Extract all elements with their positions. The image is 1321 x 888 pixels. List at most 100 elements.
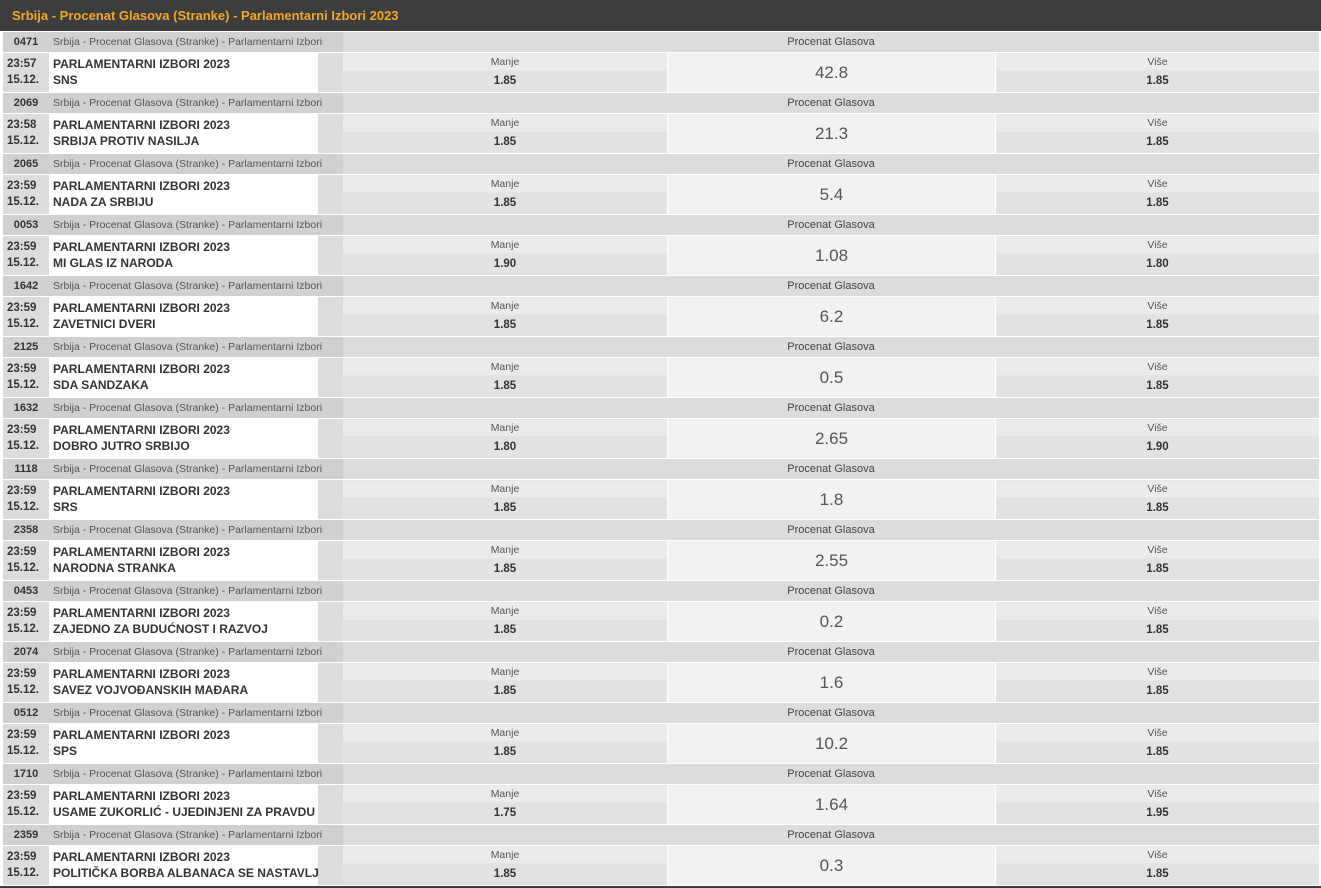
match-gap xyxy=(318,114,343,153)
match-league[interactable]: Srbija - Procenat Glasova (Stranke) - Pa… xyxy=(53,32,323,52)
odd-over-button[interactable]: Više 1.85 xyxy=(996,114,1319,153)
match-names[interactable]: PARLAMENTARNI IZBORI 2023 ZAVETNICI DVER… xyxy=(53,297,318,336)
match-league[interactable]: Srbija - Procenat Glasova (Stranke) - Pa… xyxy=(53,764,323,784)
match-league[interactable]: Srbija - Procenat Glasova (Stranke) - Pa… xyxy=(53,398,323,418)
odd-over-button[interactable]: Više 1.85 xyxy=(996,175,1319,214)
match-code: 0453 xyxy=(13,585,39,597)
match-time: 23:59 xyxy=(7,424,37,436)
match-code: 2074 xyxy=(13,646,39,658)
match-names[interactable]: PARLAMENTARNI IZBORI 2023 POLITIČKA BORB… xyxy=(53,846,318,885)
match-league[interactable]: Srbija - Procenat Glasova (Stranke) - Pa… xyxy=(53,520,323,540)
odd-under-button[interactable]: Manje 1.85 xyxy=(343,541,667,580)
odd-over-value: 1.85 xyxy=(996,376,1319,397)
match-datetime: 23:59 15.12. xyxy=(3,724,49,763)
odd-over-label: Više xyxy=(996,359,1319,375)
match-body: 23:59 15.12. PARLAMENTARNI IZBORI 2023 D… xyxy=(3,419,1319,458)
match-league[interactable]: Srbija - Procenat Glasova (Stranke) - Pa… xyxy=(53,642,323,662)
match-league[interactable]: Srbija - Procenat Glasova (Stranke) - Pa… xyxy=(53,581,323,601)
match-names[interactable]: PARLAMENTARNI IZBORI 2023 SRS xyxy=(53,480,318,519)
line-value: 1.64 xyxy=(668,785,995,824)
match-names[interactable]: PARLAMENTARNI IZBORI 2023 SPS xyxy=(53,724,318,763)
odd-over-button[interactable]: Više 1.85 xyxy=(996,297,1319,336)
odd-over-button[interactable]: Više 1.85 xyxy=(996,724,1319,763)
odd-over-button[interactable]: Više 1.85 xyxy=(996,358,1319,397)
match-body: 23:59 15.12. PARLAMENTARNI IZBORI 2023 S… xyxy=(3,358,1319,397)
odd-over-button[interactable]: Više 1.85 xyxy=(996,602,1319,641)
match-datetime: 23:59 15.12. xyxy=(3,419,49,458)
match-league[interactable]: Srbija - Procenat Glasova (Stranke) - Pa… xyxy=(53,276,323,296)
odd-over-button[interactable]: Više 1.90 xyxy=(996,419,1319,458)
match-header: 0471 Srbija - Procenat Glasova (Stranke)… xyxy=(3,32,1319,52)
match-header: 0453 Srbija - Procenat Glasova (Stranke)… xyxy=(3,581,1319,601)
event-name: PARLAMENTARNI IZBORI 2023 xyxy=(53,179,230,193)
match-date: 15.12. xyxy=(7,623,39,635)
line-value: 2.65 xyxy=(668,419,995,458)
match-league[interactable]: Srbija - Procenat Glasova (Stranke) - Pa… xyxy=(53,459,323,479)
match-names[interactable]: PARLAMENTARNI IZBORI 2023 SRBIJA PROTIV … xyxy=(53,114,318,153)
odd-under-button[interactable]: Manje 1.85 xyxy=(343,663,667,702)
match-names[interactable]: PARLAMENTARNI IZBORI 2023 MI GLAS IZ NAR… xyxy=(53,236,318,275)
match-names[interactable]: PARLAMENTARNI IZBORI 2023 ZAJEDNO ZA BUD… xyxy=(53,602,318,641)
party-name: SAVEZ VOJVOĐANSKIH MAĐARA xyxy=(53,683,249,697)
odd-under-button[interactable]: Manje 1.85 xyxy=(343,846,667,885)
odd-over-button[interactable]: Više 1.85 xyxy=(996,846,1319,885)
odd-over-button[interactable]: Više 1.85 xyxy=(996,541,1319,580)
odd-under-button[interactable]: Manje 1.80 xyxy=(343,419,667,458)
event-name: PARLAMENTARNI IZBORI 2023 xyxy=(53,240,230,254)
market-name: Procenat Glasova xyxy=(787,280,875,292)
odd-under-button[interactable]: Manje 1.75 xyxy=(343,785,667,824)
odd-under-button[interactable]: Manje 1.85 xyxy=(343,297,667,336)
odd-under-value: 1.75 xyxy=(343,803,667,824)
match-gap xyxy=(318,602,343,641)
odd-over-button[interactable]: Više 1.85 xyxy=(996,53,1319,92)
odd-under-label: Manje xyxy=(343,54,667,70)
odd-under-button[interactable]: Manje 1.85 xyxy=(343,175,667,214)
match-code: 1118 xyxy=(14,463,38,475)
line-value: 0.2 xyxy=(668,602,995,641)
party-name: NADA ZA SRBIJU xyxy=(53,195,154,209)
odd-under-label: Manje xyxy=(343,237,667,253)
odd-over-button[interactable]: Više 1.95 xyxy=(996,785,1319,824)
odd-over-label: Više xyxy=(996,298,1319,314)
match-time: 23:59 xyxy=(7,851,37,863)
match-body: 23:59 15.12. PARLAMENTARNI IZBORI 2023 Z… xyxy=(3,602,1319,641)
market-name: Procenat Glasova xyxy=(787,402,875,414)
match-league[interactable]: Srbija - Procenat Glasova (Stranke) - Pa… xyxy=(53,93,323,113)
match-names[interactable]: PARLAMENTARNI IZBORI 2023 USAME ZUKORLIĆ… xyxy=(53,785,318,824)
odd-under-button[interactable]: Manje 1.85 xyxy=(343,602,667,641)
odd-under-button[interactable]: Manje 1.85 xyxy=(343,53,667,92)
party-name: SRS xyxy=(53,500,78,514)
match-league[interactable]: Srbija - Procenat Glasova (Stranke) - Pa… xyxy=(53,825,323,845)
odd-under-button[interactable]: Manje 1.85 xyxy=(343,724,667,763)
odd-under-button[interactable]: Manje 1.85 xyxy=(343,358,667,397)
match-date: 15.12. xyxy=(7,257,39,269)
match-names[interactable]: PARLAMENTARNI IZBORI 2023 SDA SANDZAKA xyxy=(53,358,318,397)
odd-over-label: Više xyxy=(996,481,1319,497)
match-names[interactable]: PARLAMENTARNI IZBORI 2023 NADA ZA SRBIJU xyxy=(53,175,318,214)
odd-over-value: 1.85 xyxy=(996,742,1319,763)
match-names[interactable]: PARLAMENTARNI IZBORI 2023 SAVEZ VOJVOĐAN… xyxy=(53,663,318,702)
match-names[interactable]: PARLAMENTARNI IZBORI 2023 DOBRO JUTRO SR… xyxy=(53,419,318,458)
match-datetime: 23:59 15.12. xyxy=(3,846,49,885)
match-names[interactable]: PARLAMENTARNI IZBORI 2023 NARODNA STRANK… xyxy=(53,541,318,580)
line-value: 10.2 xyxy=(668,724,995,763)
odd-under-button[interactable]: Manje 1.90 xyxy=(343,236,667,275)
match-league[interactable]: Srbija - Procenat Glasova (Stranke) - Pa… xyxy=(53,703,323,723)
match-gap xyxy=(318,541,343,580)
match-league[interactable]: Srbija - Procenat Glasova (Stranke) - Pa… xyxy=(53,215,323,235)
odd-under-label: Manje xyxy=(343,847,667,863)
odd-over-value: 1.85 xyxy=(996,864,1319,885)
odd-under-button[interactable]: Manje 1.85 xyxy=(343,114,667,153)
match-row: 1642 Srbija - Procenat Glasova (Stranke)… xyxy=(0,276,1321,337)
match-league[interactable]: Srbija - Procenat Glasova (Stranke) - Pa… xyxy=(53,154,323,174)
odd-under-value: 1.85 xyxy=(343,71,667,92)
odd-over-button[interactable]: Više 1.85 xyxy=(996,663,1319,702)
odd-over-button[interactable]: Više 1.85 xyxy=(996,480,1319,519)
match-datetime: 23:59 15.12. xyxy=(3,602,49,641)
odd-under-button[interactable]: Manje 1.85 xyxy=(343,480,667,519)
match-header: 2125 Srbija - Procenat Glasova (Stranke)… xyxy=(3,337,1319,357)
odd-over-button[interactable]: Više 1.80 xyxy=(996,236,1319,275)
match-league[interactable]: Srbija - Procenat Glasova (Stranke) - Pa… xyxy=(53,337,323,357)
match-names[interactable]: PARLAMENTARNI IZBORI 2023 SNS xyxy=(53,53,318,92)
match-time: 23:59 xyxy=(7,668,37,680)
